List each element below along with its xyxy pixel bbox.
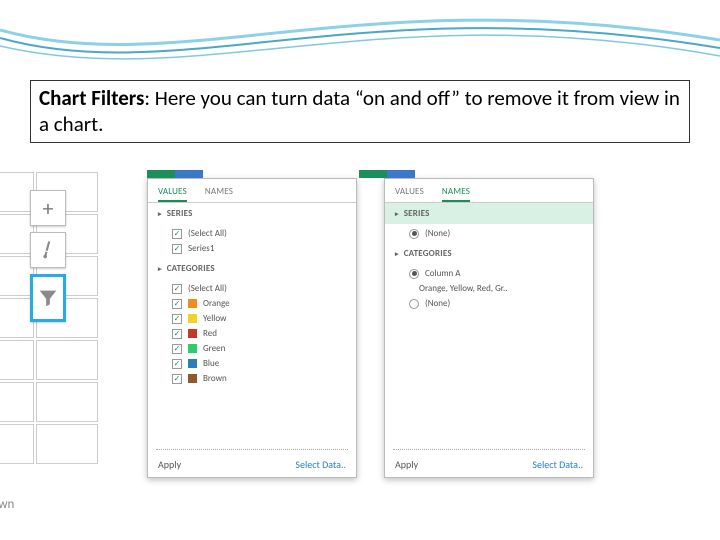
- apply-button[interactable]: Apply: [158, 458, 181, 471]
- section-series-header[interactable]: ▸ SERIES: [148, 203, 356, 224]
- item-label: Brown: [203, 373, 227, 384]
- chart-tab-strip: [147, 170, 357, 178]
- filter-flyout-names: VALUES NAMES ▸ SERIES (None) ▸ CATEGORIE…: [359, 170, 594, 480]
- divider: [393, 449, 585, 450]
- chevron-down-icon: ▸: [158, 209, 162, 218]
- tab-names[interactable]: NAMES: [442, 183, 470, 202]
- filter-flyout-values: VALUES NAMES ▸ SERIES ✓ (Select All) ✓ Seri…: [147, 170, 357, 480]
- funnel-icon: [37, 287, 59, 309]
- select-data-link[interactable]: Select Data..: [532, 458, 583, 471]
- apply-button[interactable]: Apply: [395, 458, 418, 471]
- item-label: Blue: [203, 358, 219, 369]
- divider: [156, 449, 348, 450]
- chart-button-column: + Brown: [0, 170, 145, 480]
- category-item[interactable]: ✓ (Select All): [172, 281, 356, 296]
- checkbox-icon: ✓: [172, 299, 182, 309]
- color-swatch: [188, 329, 197, 338]
- axis-label-brown: Brown: [0, 497, 14, 512]
- checkbox-icon: ✓: [172, 229, 182, 239]
- checkbox-icon: ✓: [172, 374, 182, 384]
- tab-names[interactable]: NAMES: [205, 183, 233, 202]
- series-item[interactable]: ✓ (Select All): [172, 226, 356, 241]
- slide-wave-header: [0, 0, 720, 90]
- plus-icon: +: [43, 195, 54, 222]
- section-series-header[interactable]: ▸ SERIES: [385, 203, 593, 224]
- item-label: (Select All): [188, 283, 227, 294]
- item-label: Orange, Yellow, Red, Gr..: [419, 283, 508, 294]
- category-item[interactable]: ✓ Red: [172, 326, 356, 341]
- item-label: Series1: [188, 243, 214, 254]
- item-label: (None): [425, 298, 450, 309]
- color-swatch: [188, 359, 197, 368]
- chart-styles-button[interactable]: [30, 232, 66, 268]
- checkbox-icon: ✓: [172, 329, 182, 339]
- item-label: Column A: [425, 268, 461, 279]
- series-radio-item[interactable]: (None): [409, 226, 593, 241]
- category-item[interactable]: ✓ Brown: [172, 371, 356, 386]
- chart-elements-button[interactable]: +: [30, 190, 66, 226]
- radio-icon: [409, 299, 419, 309]
- item-label: Green: [203, 343, 225, 354]
- chart-tab-strip: [359, 170, 594, 178]
- series-item[interactable]: ✓ Series1: [172, 241, 356, 256]
- desc-bold: Chart Filters: [39, 85, 144, 111]
- checkbox-icon: ✓: [172, 359, 182, 369]
- chevron-down-icon: ▸: [395, 249, 399, 258]
- color-swatch: [188, 314, 197, 323]
- category-radio-item[interactable]: (None): [409, 296, 593, 311]
- checkbox-icon: ✓: [172, 314, 182, 324]
- select-data-link[interactable]: Select Data..: [295, 458, 346, 471]
- category-radio-item[interactable]: Column A: [409, 266, 593, 281]
- item-label: Yellow: [203, 313, 227, 324]
- content-area: + Brown VALUES NAMES ▸ SERIES ✓ (Select A…: [0, 170, 720, 480]
- radio-icon: [409, 269, 419, 279]
- item-label: Orange: [203, 298, 230, 309]
- category-item[interactable]: ✓ Orange: [172, 296, 356, 311]
- chevron-down-icon: ▸: [158, 264, 162, 273]
- category-secondary-label: Orange, Yellow, Red, Gr..: [409, 281, 593, 296]
- section-categories-header[interactable]: ▸ CATEGORIES: [385, 243, 593, 264]
- item-label: Red: [203, 328, 217, 339]
- paintbrush-icon: [36, 238, 61, 263]
- color-swatch: [188, 299, 197, 308]
- description-box: Chart Filters: Here you can turn data “o…: [30, 80, 690, 143]
- tab-values[interactable]: VALUES: [395, 183, 424, 202]
- chevron-down-icon: ▸: [395, 209, 399, 218]
- item-label: (Select All): [188, 228, 227, 239]
- item-label: (None): [425, 228, 450, 239]
- checkbox-icon: ✓: [172, 244, 182, 254]
- radio-icon: [409, 229, 419, 239]
- category-item[interactable]: ✓ Blue: [172, 356, 356, 371]
- chart-filters-button[interactable]: [30, 274, 66, 322]
- section-categories-header[interactable]: ▸ CATEGORIES: [148, 258, 356, 279]
- checkbox-icon: ✓: [172, 284, 182, 294]
- color-swatch: [188, 374, 197, 383]
- color-swatch: [188, 344, 197, 353]
- checkbox-icon: ✓: [172, 344, 182, 354]
- tab-values[interactable]: VALUES: [158, 183, 187, 202]
- category-item[interactable]: ✓ Yellow: [172, 311, 356, 326]
- category-item[interactable]: ✓ Green: [172, 341, 356, 356]
